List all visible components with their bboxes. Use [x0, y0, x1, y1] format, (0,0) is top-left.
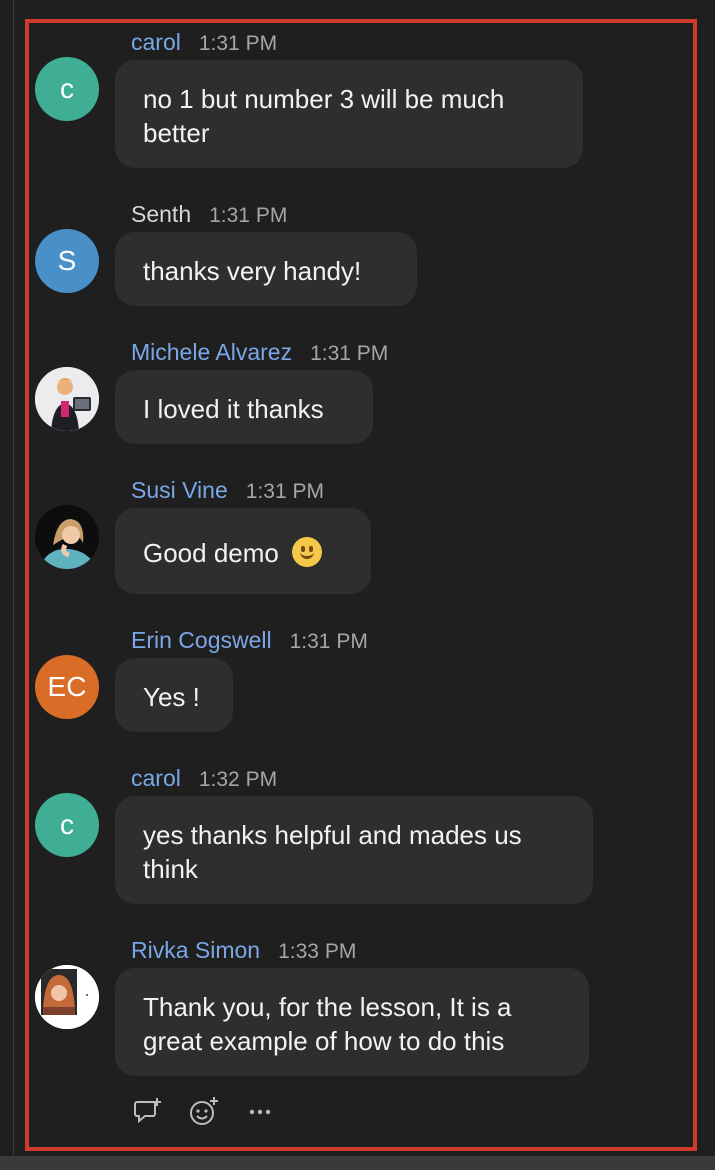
- sender-name[interactable]: Susi Vine: [131, 477, 228, 503]
- message-text-line: no 1 but number 3 will be much: [143, 84, 505, 114]
- message-text-line: great example of how to do this: [143, 1026, 505, 1056]
- more-options-icon[interactable]: [243, 1094, 277, 1128]
- sender-name[interactable]: Erin Cogswell: [131, 627, 272, 653]
- message-bubble[interactable]: Yes !: [115, 658, 233, 732]
- message-actions: [131, 1091, 277, 1131]
- avatar-initials: EC: [47, 671, 87, 702]
- avatar[interactable]: EC: [35, 655, 99, 719]
- avatar[interactable]: [35, 505, 99, 569]
- message-text-line: better: [143, 118, 210, 148]
- message-text-line: Yes !: [143, 682, 200, 712]
- message-header: Erin Cogswell 1:31 PM: [131, 627, 368, 657]
- profile-photo-icon: [35, 367, 99, 431]
- slightly-smiling-face-icon: [292, 537, 323, 567]
- message-feed[interactable]: c carol 1:31 PM no 1 but number 3 will be…: [29, 23, 693, 1147]
- profile-photo-icon: [35, 505, 99, 569]
- avatar[interactable]: S: [35, 229, 99, 293]
- message-bubble[interactable]: Thank you, for the lesson, It is a great…: [115, 968, 589, 1076]
- message-bubble[interactable]: Good demo: [115, 508, 371, 594]
- avatar[interactable]: c: [35, 793, 99, 857]
- message-text-line: yes thanks helpful and mades us: [143, 820, 522, 850]
- message-time: 1:31 PM: [198, 32, 278, 55]
- message-time: 1:33 PM: [278, 940, 357, 963]
- avatar[interactable]: [35, 965, 99, 1029]
- sender-name[interactable]: Rivka Simon: [131, 937, 260, 963]
- message-time: 1:31 PM: [245, 480, 324, 503]
- message-bubble[interactable]: yes thanks helpful and mades us think: [115, 796, 593, 904]
- message-header: Michele Alvarez 1:31 PM: [131, 339, 388, 369]
- profile-photo-icon: [35, 965, 99, 1029]
- sender-name[interactable]: carol: [131, 29, 181, 55]
- add-reaction-icon[interactable]: [187, 1094, 221, 1128]
- message-bubble[interactable]: thanks very handy!: [115, 232, 417, 306]
- message-time: 1:32 PM: [198, 768, 278, 791]
- message-header: Rivka Simon 1:33 PM: [131, 937, 356, 967]
- message-bubble[interactable]: no 1 but number 3 will be much better: [115, 60, 583, 168]
- message-time: 1:31 PM: [310, 342, 389, 365]
- message-text-line: think: [143, 854, 198, 884]
- divider: [13, 0, 14, 1160]
- sender-name[interactable]: Michele Alvarez: [131, 339, 292, 365]
- sender-name[interactable]: carol: [131, 765, 181, 791]
- avatar-initials: c: [60, 73, 74, 104]
- message-header: Susi Vine 1:31 PM: [131, 477, 324, 507]
- bottom-bar: [0, 1156, 715, 1170]
- avatar[interactable]: c: [35, 57, 99, 121]
- message-bubble[interactable]: I loved it thanks: [115, 370, 373, 444]
- message-text-line: I loved it thanks: [143, 394, 324, 424]
- avatar-initials: S: [57, 245, 77, 276]
- avatar-initials: c: [60, 809, 74, 840]
- reply-in-thread-icon[interactable]: [131, 1094, 165, 1128]
- message-text-line: Thank you, for the lesson, It is a: [143, 992, 512, 1022]
- message-text-line: Good demo: [143, 538, 279, 568]
- message-header: carol 1:31 PM: [131, 29, 277, 59]
- message-text-line: thanks very handy!: [143, 256, 362, 286]
- sender-name[interactable]: Senth: [131, 201, 191, 227]
- message-header: carol 1:32 PM: [131, 765, 277, 795]
- message-time: 1:31 PM: [209, 204, 288, 227]
- message-time: 1:31 PM: [289, 630, 368, 653]
- message-header: Senth 1:31 PM: [131, 201, 287, 231]
- chat-window: c carol 1:31 PM no 1 but number 3 will be…: [0, 0, 715, 1170]
- avatar[interactable]: [35, 367, 99, 431]
